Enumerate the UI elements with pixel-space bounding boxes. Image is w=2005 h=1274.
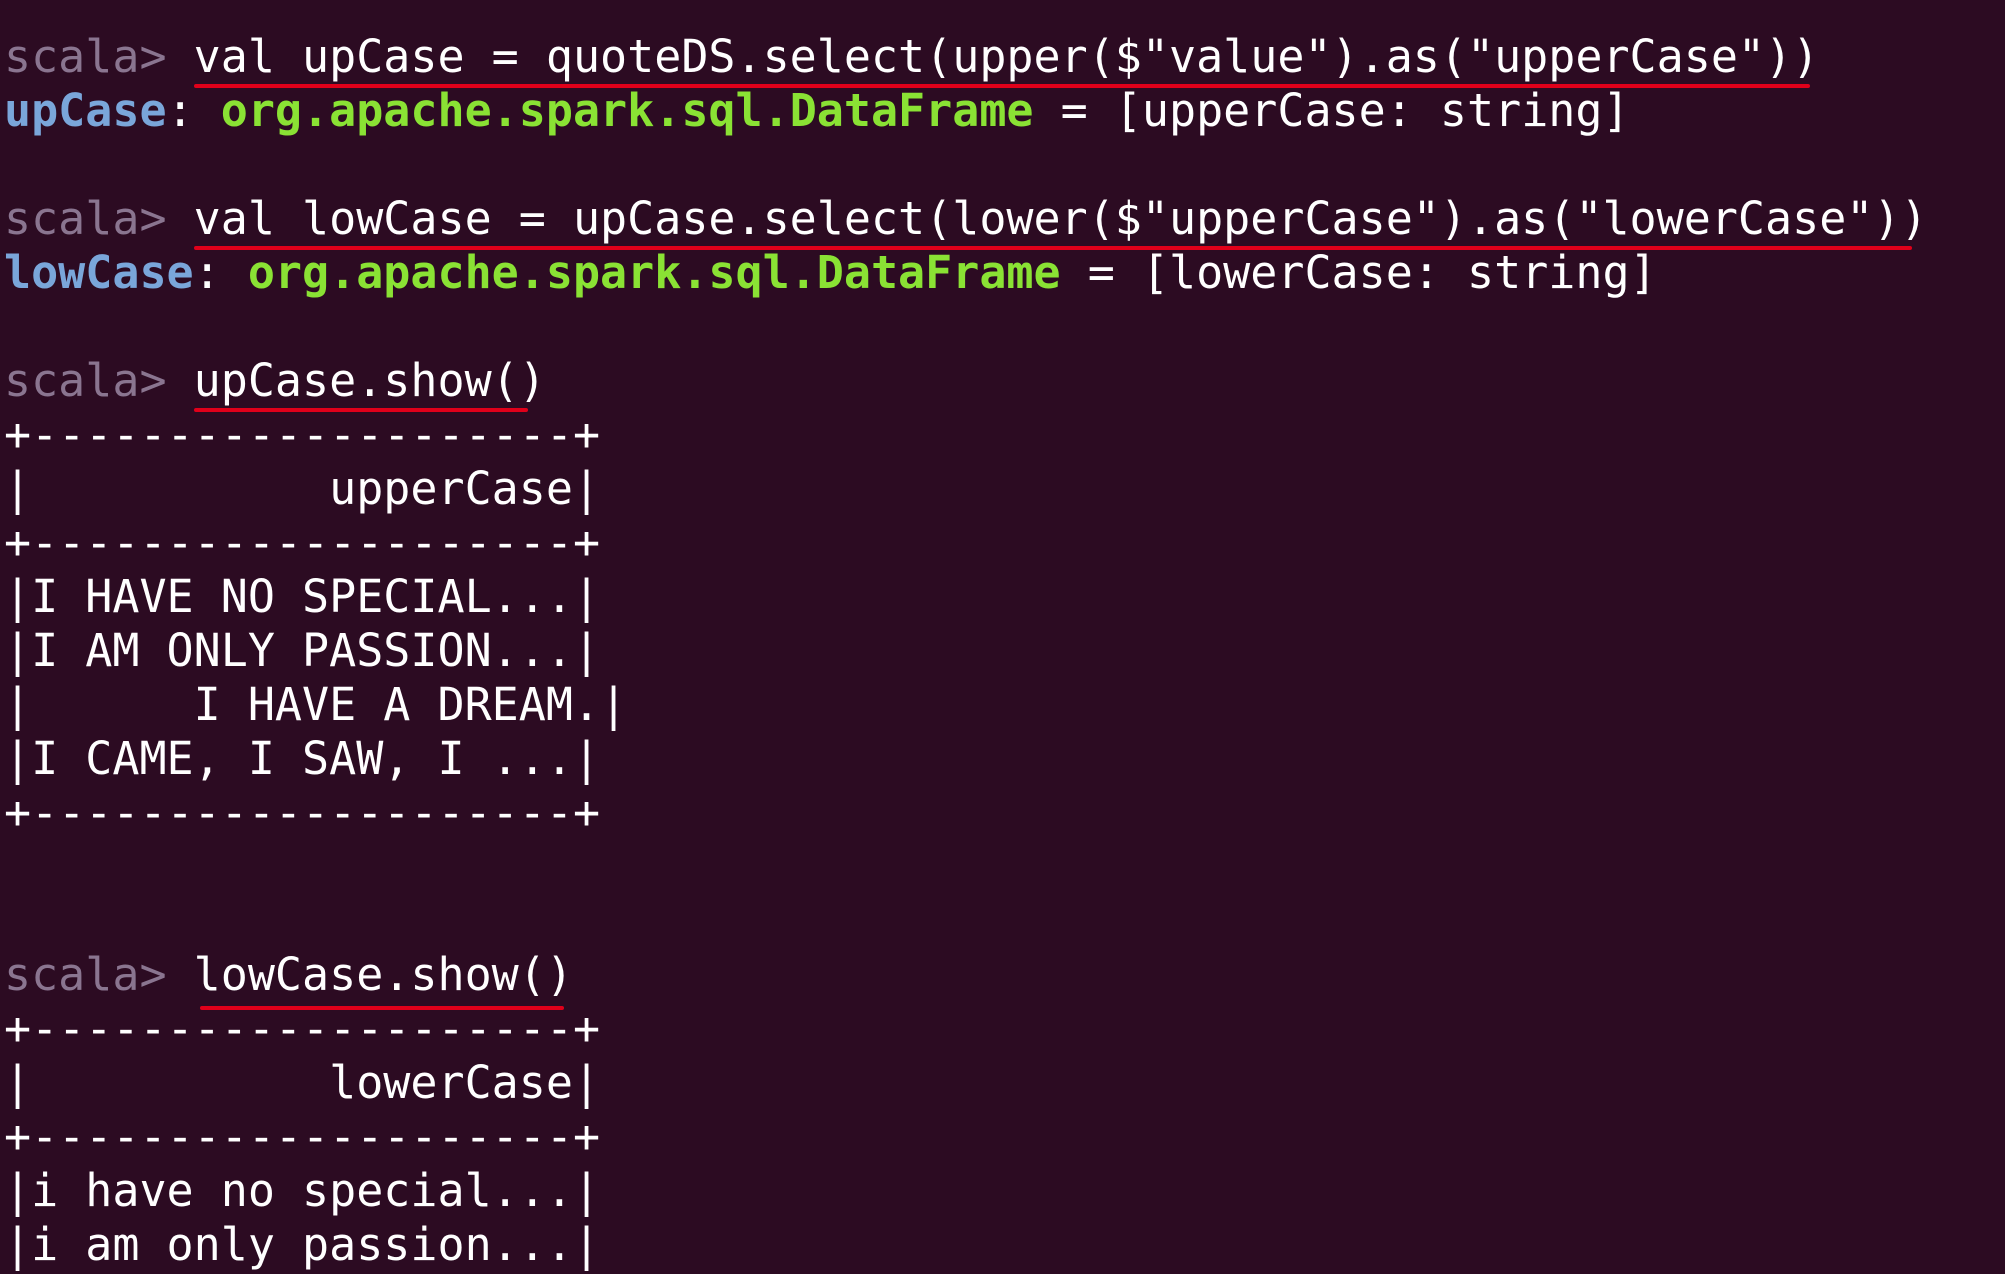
command-text: lowCase.show() <box>193 948 573 1001</box>
command-line-3: scala> upCase.show() <box>4 354 546 408</box>
table-row: |I CAME, I SAW, I ...| <box>4 732 601 785</box>
result-type: org.apache.spark.sql.DataFrame <box>247 246 1061 299</box>
table-border: +--------------------+ <box>4 1002 601 1055</box>
result-variable: upCase <box>4 84 167 137</box>
result-line-2: lowCase: org.apache.spark.sql.DataFrame … <box>4 246 1657 300</box>
prompt: scala> <box>4 192 167 245</box>
table-border: +--------------------+ <box>4 786 601 839</box>
prompt: scala> <box>4 30 167 83</box>
result-variable: lowCase <box>4 246 194 299</box>
result-line-1: upCase: org.apache.spark.sql.DataFrame =… <box>4 84 1630 138</box>
result-separator: : <box>166 84 194 137</box>
command-text: val lowCase = upCase.select(lower($"uppe… <box>193 192 1928 245</box>
table-row: |i have no special...| <box>4 1164 601 1217</box>
table-row: |i am only passion...| <box>4 1218 601 1271</box>
terminal-window[interactable]: scala> val upCase = quoteDS.select(upper… <box>0 0 2005 1274</box>
command-line-2: scala> val lowCase = upCase.select(lower… <box>4 192 1928 246</box>
table-row: |I HAVE NO SPECIAL...| <box>4 570 601 623</box>
command-line-4: scala> lowCase.show() <box>4 948 573 1002</box>
prompt: scala> <box>4 354 167 407</box>
table-border: +--------------------+ <box>4 1110 601 1163</box>
command-text: val upCase = quoteDS.select(upper($"valu… <box>193 30 1820 83</box>
result-separator: : <box>193 246 221 299</box>
command-text: upCase.show() <box>193 354 546 407</box>
result-schema: = [lowerCase: string] <box>1060 246 1657 299</box>
table-border: +--------------------+ <box>4 516 601 569</box>
prompt: scala> <box>4 948 167 1001</box>
result-schema: = [upperCase: string] <box>1033 84 1630 137</box>
table-header: | upperCase| <box>4 462 601 515</box>
result-type: org.apache.spark.sql.DataFrame <box>220 84 1034 137</box>
table-row: |I AM ONLY PASSION...| <box>4 624 601 677</box>
command-line-1: scala> val upCase = quoteDS.select(upper… <box>4 30 1819 84</box>
table-header: | lowerCase| <box>4 1056 601 1109</box>
table-row: | I HAVE A DREAM.| <box>4 678 628 731</box>
table-border: +--------------------+ <box>4 408 601 461</box>
